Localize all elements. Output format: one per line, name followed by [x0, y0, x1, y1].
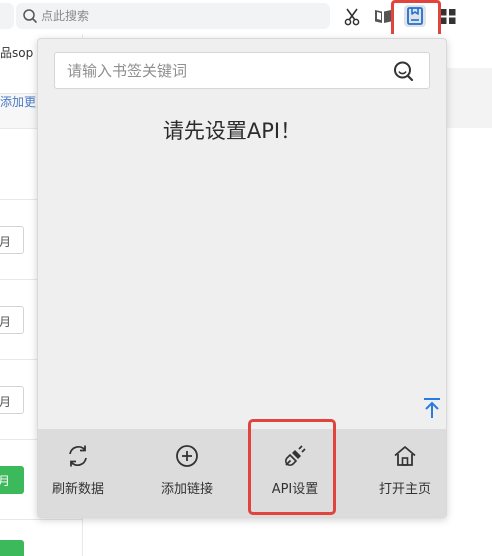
scissors-icon: [344, 8, 360, 26]
grid-icon: [440, 9, 456, 24]
bg-green-button[interactable]: 月: [0, 466, 24, 494]
add-link-button[interactable]: 添加链接: [136, 429, 238, 517]
refresh-data-label: 刷新数据: [51, 482, 104, 497]
toolbar-fragment: [0, 3, 14, 29]
bottom-nav: 刷新数据 添加链接 API设置 打开主页: [38, 419, 446, 517]
plug-icon: [284, 445, 306, 467]
open-homepage-label: 打开主页: [378, 482, 431, 497]
reading-list-button[interactable]: [372, 5, 394, 27]
refresh-icon: [69, 445, 87, 467]
home-icon: [394, 446, 416, 466]
book-icon: [375, 10, 391, 23]
bookmark-extension-button[interactable]: [404, 5, 426, 27]
bg-text: 品sop: [0, 46, 34, 60]
omnibox[interactable]: 点此搜索: [16, 3, 330, 29]
bg-input[interactable]: 月: [0, 306, 24, 334]
add-link-label: 添加链接: [160, 482, 213, 497]
bookmark-popup: 请先设置API！ 刷新数据 添加链接: [37, 38, 447, 518]
extensions-button[interactable]: [437, 5, 459, 27]
search-icon: [23, 9, 37, 23]
browser-toolbar: 点此搜索: [0, 0, 492, 34]
bookmark-icon: [407, 7, 423, 25]
refresh-data-button[interactable]: 刷新数据: [38, 429, 129, 517]
bg-green-button[interactable]: [0, 540, 24, 556]
search-icon[interactable]: [391, 59, 415, 83]
bg-input[interactable]: 月: [0, 226, 24, 254]
add-circle-icon: [176, 445, 198, 467]
setup-api-message: 请先设置API！: [162, 119, 302, 143]
scissors-button[interactable]: [341, 5, 363, 27]
api-settings-button[interactable]: API设置: [244, 429, 346, 517]
api-settings-label: API设置: [271, 482, 319, 497]
bookmark-search-box: [54, 52, 430, 89]
open-homepage-button[interactable]: 打开主页: [354, 429, 446, 517]
bg-input[interactable]: 月: [0, 386, 24, 414]
bg-grey-block: [446, 68, 492, 128]
arrow-up-icon[interactable]: [422, 397, 442, 419]
bg-divider: [0, 519, 82, 520]
omnibox-placeholder: 点此搜索: [41, 9, 90, 23]
bookmark-search-input[interactable]: [55, 53, 395, 88]
bg-link[interactable]: 添加更: [0, 95, 36, 109]
